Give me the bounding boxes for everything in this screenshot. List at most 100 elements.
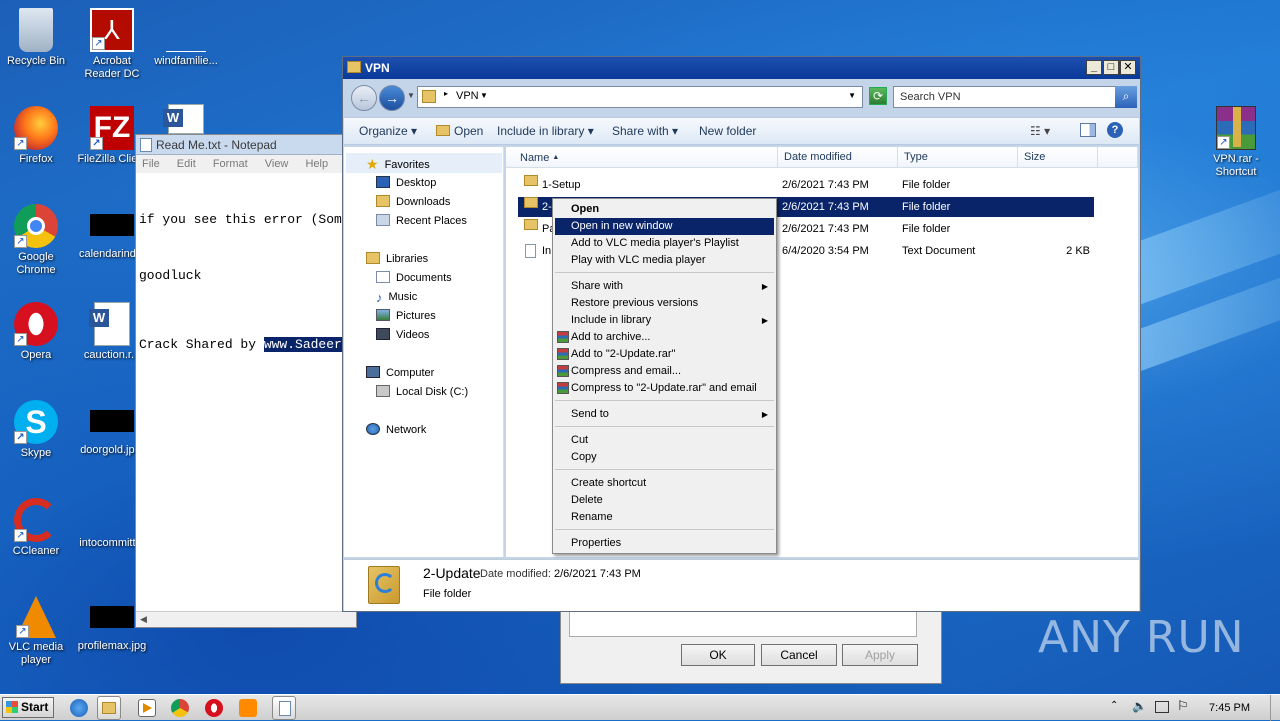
nav-network[interactable]: Network — [366, 423, 426, 437]
breadcrumb-vpn[interactable]: VPN — [456, 90, 479, 102]
nav-documents[interactable]: Documents — [376, 271, 452, 285]
menu-item-rename[interactable]: Rename — [555, 509, 774, 526]
column-header-size[interactable]: Size — [1018, 147, 1098, 168]
notepad-hscrollbar[interactable]: ◀ — [136, 611, 356, 627]
nav-libraries[interactable]: Libraries — [366, 252, 428, 266]
scroll-left-icon[interactable]: ◀ — [140, 614, 147, 625]
start-button[interactable]: Start — [2, 697, 54, 718]
back-button[interactable]: ← — [351, 85, 377, 111]
search-input[interactable]: Search VPN ⌕ — [893, 86, 1137, 108]
menu-item-vlc-playlist[interactable]: Add to VLC media player's Playlist — [555, 235, 774, 252]
menu-item-include-library[interactable]: Include in library ▶ — [555, 312, 774, 329]
desktop-icon-google-chrome[interactable]: ↗ Google Chrome — [0, 204, 74, 277]
menu-item-restore[interactable]: Restore previous versions — [555, 295, 774, 312]
show-hidden-icons[interactable]: ⌃ — [1110, 700, 1118, 711]
notepad-text-area[interactable]: if you see this error (Som goodluck Crac… — [136, 173, 356, 392]
breadcrumb-dropdown-icon[interactable]: ▼ — [480, 91, 488, 100]
clock[interactable]: 7:45 PM — [1209, 695, 1250, 721]
action-center-flag-icon[interactable]: ⚐ — [1177, 698, 1189, 714]
ccleaner-icon: ↗ — [14, 498, 58, 542]
menu-help[interactable]: Help — [305, 158, 328, 170]
recent-pages-dropdown-icon[interactable]: ▼ — [407, 91, 415, 100]
menu-item-copy[interactable]: Copy — [555, 449, 774, 466]
organize-button[interactable]: Organize ▾ — [359, 124, 417, 138]
nav-computer[interactable]: Computer — [366, 366, 434, 380]
preview-pane-icon[interactable] — [1080, 123, 1096, 137]
menu-item-cut[interactable]: Cut — [555, 432, 774, 449]
desktop-icon-recycle-bin[interactable]: Recycle Bin — [0, 8, 74, 68]
media-player-icon[interactable] — [138, 699, 156, 717]
nav-videos[interactable]: Videos — [376, 328, 429, 342]
include-in-library-button[interactable]: Include in library ▾ — [497, 124, 594, 138]
nav-pictures[interactable]: Pictures — [376, 309, 436, 323]
nav-local-disk[interactable]: Local Disk (C:) — [376, 385, 468, 399]
explorer-titlebar[interactable]: VPN _ □ ✕ — [343, 57, 1140, 79]
search-icon[interactable]: ⌕ — [1115, 86, 1137, 108]
show-desktop-button[interactable] — [1270, 695, 1280, 721]
explorer-taskbar-button[interactable] — [97, 696, 121, 720]
desktop-icon-firefox[interactable]: ↗ Firefox — [0, 106, 74, 166]
notepad-titlebar[interactable]: Read Me.txt - Notepad — [136, 135, 356, 155]
taskbar: Start ⌃ 🔈 ⚐ 7:45 PM — [0, 694, 1280, 721]
notepad-window[interactable]: Read Me.txt - Notepad File Edit Format V… — [135, 134, 357, 628]
maximize-button[interactable]: □ — [1103, 60, 1119, 75]
avast-icon[interactable] — [239, 699, 257, 717]
cancel-button[interactable]: Cancel — [761, 644, 837, 666]
share-with-button[interactable]: Share with ▾ — [612, 124, 678, 138]
opera-taskbar-icon[interactable] — [205, 699, 223, 717]
desktop-icon-skype[interactable]: S ↗ Skype — [0, 400, 74, 460]
view-options-icon[interactable]: ☷ ▾ — [1030, 124, 1050, 138]
help-icon[interactable]: ? — [1107, 122, 1123, 138]
menu-item-add-archive[interactable]: Add to archive... — [555, 329, 774, 346]
nav-downloads[interactable]: Downloads — [376, 195, 450, 209]
menu-item-send-to[interactable]: Send to ▶ — [555, 406, 774, 423]
menu-view[interactable]: View — [265, 158, 289, 170]
ok-button[interactable]: OK — [681, 644, 755, 666]
address-bar[interactable]: ▸ VPN ▼ ▼ — [417, 86, 863, 108]
menu-file[interactable]: File — [142, 158, 160, 170]
file-name: 1-Setup — [542, 179, 581, 191]
menu-item-properties[interactable]: Properties — [555, 535, 774, 552]
volume-icon[interactable]: 🔈 — [1132, 699, 1147, 713]
menu-item-compress-rar-email[interactable]: Compress to "2-Update.rar" and email — [555, 380, 774, 397]
menu-item-open-new-window[interactable]: Open in new window — [555, 218, 774, 235]
desktop-icon-vpn-rar[interactable]: ↗ VPN.rar - Shortcut — [1198, 106, 1274, 179]
menu-item-share-with[interactable]: Share with ▶ — [555, 278, 774, 295]
open-button[interactable]: Open — [436, 124, 483, 138]
nav-desktop[interactable]: Desktop — [376, 176, 436, 190]
column-header-type[interactable]: Type — [898, 147, 1018, 168]
nav-recent-places[interactable]: Recent Places — [376, 214, 467, 228]
desktop-icon-vlc[interactable]: ↗ VLC media player — [0, 596, 74, 667]
close-button[interactable]: ✕ — [1120, 60, 1136, 75]
desktop-icon-acrobat[interactable]: ⅄ ↗ Acrobat Reader DC — [74, 8, 150, 81]
refresh-icon[interactable]: ⟳ — [869, 87, 887, 105]
nav-music[interactable]: ♪ Music — [376, 290, 417, 305]
menu-edit[interactable]: Edit — [177, 158, 196, 170]
menu-item-add-rar[interactable]: Add to "2-Update.rar" — [555, 346, 774, 363]
notepad-taskbar-button[interactable] — [272, 696, 296, 720]
chrome-taskbar-icon[interactable] — [171, 699, 189, 717]
file-row[interactable]: 1-Setup 2/6/2021 7:43 PM File folder — [518, 175, 1094, 195]
column-header-date[interactable]: Date modified — [778, 147, 898, 168]
address-dropdown-icon[interactable]: ▼ — [848, 91, 856, 100]
menu-format[interactable]: Format — [213, 158, 248, 170]
column-header-name[interactable]: Name ▲ — [506, 147, 778, 168]
menu-item-vlc-play[interactable]: Play with VLC media player — [555, 252, 774, 269]
internet-explorer-icon[interactable] — [70, 699, 88, 717]
desktop-icon-opera[interactable]: ↗ Opera — [0, 302, 74, 362]
menu-item-create-shortcut[interactable]: Create shortcut — [555, 475, 774, 492]
desktop-icon-ccleaner[interactable]: ↗ CCleaner — [0, 498, 74, 558]
icon-label: Firefox — [19, 153, 53, 165]
menu-item-delete[interactable]: Delete — [555, 492, 774, 509]
menu-item-open[interactable]: Open — [555, 201, 774, 218]
forward-button[interactable]: → — [379, 85, 405, 111]
breadcrumb-chevron-icon[interactable]: ▸ — [444, 89, 448, 98]
apply-button[interactable]: Apply — [842, 644, 918, 666]
minimize-button[interactable]: _ — [1086, 60, 1102, 75]
nav-favorites[interactable]: ★ Favorites — [366, 157, 430, 172]
new-folder-button[interactable]: New folder — [699, 124, 756, 138]
desktop-icon-windfamilie[interactable]: windfamilie... — [148, 8, 224, 68]
network-tray-icon[interactable] — [1155, 701, 1169, 713]
desktop-icon-word-doc[interactable]: W — [148, 104, 224, 137]
menu-item-compress-email[interactable]: Compress and email... — [555, 363, 774, 380]
